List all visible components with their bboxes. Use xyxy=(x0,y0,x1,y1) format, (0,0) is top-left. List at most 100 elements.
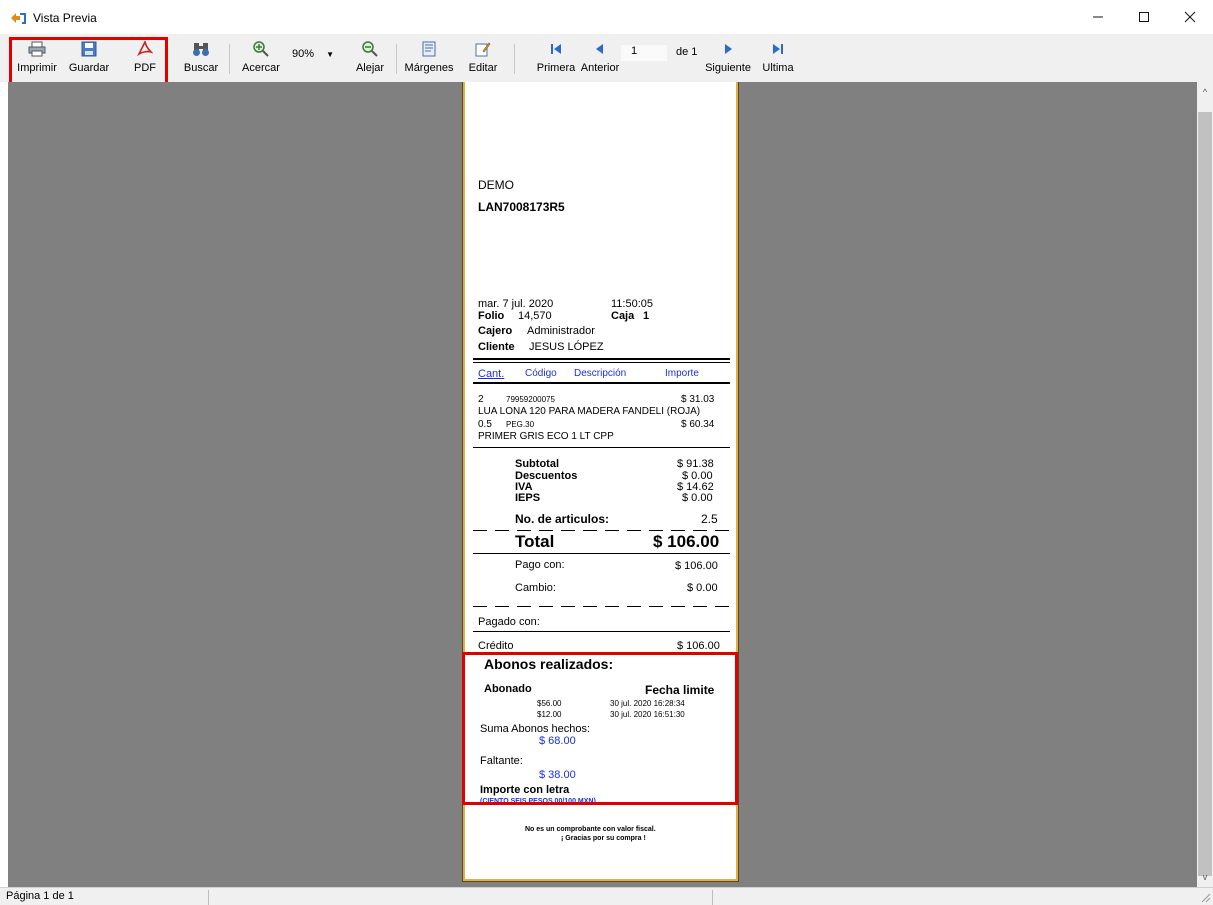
binoculars-icon xyxy=(192,40,210,58)
highlight-box-abonos xyxy=(462,652,738,805)
credito-label: Crédito xyxy=(478,640,514,652)
scrollbar-thumb[interactable] xyxy=(1198,112,1212,876)
cliente-label: Cliente xyxy=(478,341,515,353)
zoom-out-label: Alejar xyxy=(355,62,385,74)
next-page-label: Siguiente xyxy=(705,62,751,74)
minimize-icon xyxy=(1093,16,1103,18)
divider xyxy=(473,631,730,632)
maximize-icon xyxy=(1139,12,1149,22)
item-description: LUA LONA 120 PARA MADERA FANDELI (ROJA) xyxy=(478,406,701,417)
next-page-icon xyxy=(719,40,737,58)
ticket-time: 11:50:05 xyxy=(611,298,654,310)
first-page-icon xyxy=(547,40,565,58)
minimize-button[interactable] xyxy=(1075,0,1121,34)
articulos-label: No. de articulos: xyxy=(515,512,610,526)
edit-label: Editar xyxy=(468,62,498,74)
close-icon xyxy=(1184,11,1196,23)
search-button[interactable]: Buscar xyxy=(180,36,222,80)
ticket-date: mar. 7 jul. 2020 xyxy=(478,298,554,310)
edit-icon xyxy=(474,40,492,58)
scroll-down-icon[interactable]: v xyxy=(1197,869,1213,885)
zoom-in-label: Acercar xyxy=(242,62,280,74)
caja-value: 1 xyxy=(643,310,650,322)
last-page-label: Ultima xyxy=(762,62,794,74)
item-price: $ 31.03 xyxy=(681,394,715,405)
articulos-value: 2.5 xyxy=(701,512,718,526)
header-cant: Cant. xyxy=(478,368,505,380)
cajero-value: Administrador xyxy=(527,325,595,337)
subtotal-value: $ 91.38 xyxy=(677,458,714,470)
item-qty: 0.5 xyxy=(478,419,492,430)
item-code: PEG.30 xyxy=(506,420,535,429)
footer-line-1: No es un comprobante con valor fiscal. xyxy=(525,826,656,833)
page-total-label: de 1 xyxy=(676,46,698,58)
toolbar-separator xyxy=(514,44,515,74)
ieps-value: $ 0.00 xyxy=(682,492,713,504)
cambio-value: $ 0.00 xyxy=(687,582,718,594)
zoom-out-icon xyxy=(361,40,379,58)
item-description: PRIMER GRIS ECO 1 LT CPP xyxy=(478,431,614,442)
prev-page-button[interactable]: Anterior xyxy=(578,36,622,80)
item-code: 79959200075 xyxy=(506,395,555,404)
resize-grip-icon[interactable] xyxy=(1200,892,1211,903)
header-codigo: Código xyxy=(525,368,557,379)
search-label: Buscar xyxy=(183,62,219,74)
divider xyxy=(473,447,730,448)
folio-value: 14,570 xyxy=(518,310,552,322)
app-icon xyxy=(10,11,26,25)
status-divider xyxy=(208,890,209,905)
total-label: Total xyxy=(515,532,555,551)
footer-line-2: ¡ Gracias por su compra ! xyxy=(561,835,646,842)
prev-page-label: Anterior xyxy=(580,62,620,74)
title-bar: Vista Previa xyxy=(0,0,1213,34)
dashed-divider xyxy=(473,530,730,531)
window-title: Vista Previa xyxy=(33,11,97,25)
cambio-label: Cambio: xyxy=(515,582,556,594)
prev-page-icon xyxy=(591,40,609,58)
divider xyxy=(473,358,730,360)
folio-label: Folio xyxy=(478,310,505,322)
subtotal-label: Subtotal xyxy=(515,458,559,470)
zoom-value: 90% xyxy=(292,48,315,60)
cajero-label: Cajero xyxy=(478,325,513,337)
last-page-button[interactable]: Ultima xyxy=(760,36,796,80)
status-divider xyxy=(712,890,713,905)
total-value: $ 106.00 xyxy=(653,532,720,551)
vertical-scrollbar[interactable]: ^ v xyxy=(1197,82,1213,887)
item-price: $ 60.34 xyxy=(681,419,715,430)
margins-button[interactable]: Márgenes xyxy=(402,36,456,80)
first-page-label: Primera xyxy=(536,62,576,74)
last-page-icon xyxy=(769,40,787,58)
toolbar: Imprimir Guardar PDF Buscar Acercar 90% … xyxy=(0,34,1213,82)
zoom-in-icon xyxy=(252,40,270,58)
margins-label: Márgenes xyxy=(404,62,454,74)
zoom-in-button[interactable]: Acercar xyxy=(238,36,284,80)
zoom-select[interactable]: 90% ▼ xyxy=(288,46,338,62)
status-bar: Página 1 de 1 xyxy=(0,887,1213,905)
margins-icon xyxy=(420,40,438,58)
divider xyxy=(473,382,730,384)
rfc: LAN7008173R5 xyxy=(478,200,565,214)
header-descripcion: Descripción xyxy=(574,368,627,379)
next-page-button[interactable]: Siguiente xyxy=(704,36,752,80)
chevron-down-icon: ▼ xyxy=(326,49,334,59)
edit-button[interactable]: Editar xyxy=(466,36,500,80)
pago-value: $ 106.00 xyxy=(675,560,718,572)
divider xyxy=(473,553,730,554)
item-qty: 2 xyxy=(478,394,484,405)
divider xyxy=(473,362,730,363)
zoom-out-button[interactable]: Alejar xyxy=(352,36,388,80)
pagado-label: Pagado con: xyxy=(478,616,540,628)
dashed-divider xyxy=(473,606,730,607)
cliente-value: JESUS LÓPEZ xyxy=(529,341,604,353)
first-page-button[interactable]: Primera xyxy=(536,36,576,80)
page-number-input[interactable]: 1 xyxy=(620,44,668,62)
scroll-up-icon[interactable]: ^ xyxy=(1197,84,1213,100)
toolbar-separator xyxy=(229,44,230,74)
pago-label: Pago con: xyxy=(515,559,565,571)
caja-label: Caja xyxy=(611,310,635,322)
maximize-button[interactable] xyxy=(1121,0,1167,34)
toolbar-separator xyxy=(396,44,397,74)
ieps-label: IEPS xyxy=(515,492,541,504)
close-button[interactable] xyxy=(1167,0,1213,34)
